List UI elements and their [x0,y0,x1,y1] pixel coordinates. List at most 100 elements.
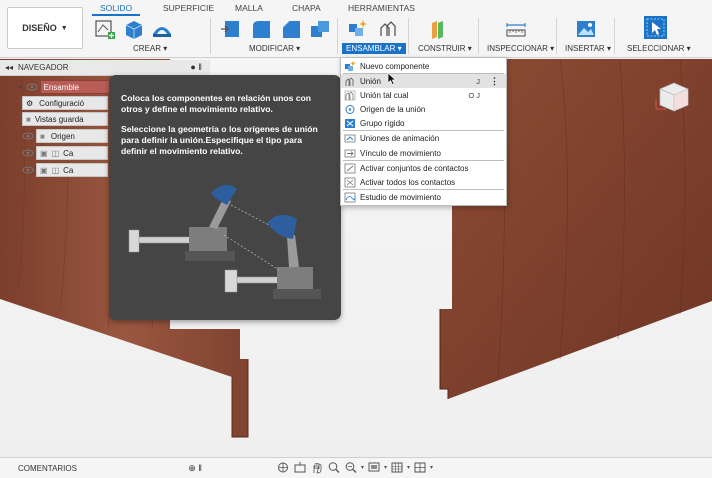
tab-chapa[interactable]: CHAPA [292,3,321,13]
all-contact-icon [344,177,356,187]
navigation-toolbar: ▾ ▾ ▾ ▾ [276,460,439,475]
tab-superficie[interactable]: SUPERFICIE [163,3,214,13]
fillet-icon[interactable] [250,18,272,40]
workspace-label: DISEÑO [22,23,57,33]
tab-herramientas[interactable]: HERRAMIENTAS [348,3,415,13]
toolbar-separator [337,18,338,54]
eye-icon[interactable] [22,165,34,175]
gear-icon: ⚙ [26,98,34,108]
toolbar-separator [210,18,211,54]
revolve-icon[interactable] [151,18,173,40]
shortcut-label: O J [468,90,480,100]
grid-snaps-icon[interactable] [390,461,404,474]
drive-joints-icon [344,134,356,142]
assemble-menu[interactable]: ENSAMBLAR ▾ [342,43,406,54]
eye-icon[interactable] [22,148,34,158]
eye-icon[interactable] [26,82,38,92]
browser-navigator-header[interactable]: ◂◂ NAVEGADOR ● ‖ [0,60,210,76]
joint-icon[interactable] [377,18,399,40]
chamfer-icon[interactable] [280,18,302,40]
assemble-dropdown-menu: Nuevo componente Unión J ⋮ Unión tal cua… [340,57,507,206]
joint-origin-icon [345,104,355,114]
eye-icon[interactable] [22,131,34,141]
press-pull-icon[interactable] [219,18,241,40]
mouse-cursor-icon [387,72,397,86]
collapse-icon[interactable]: ◂◂ [5,63,13,72]
chevron-down-icon[interactable]: ▾ [407,464,410,471]
rigid-group-icon [345,118,355,128]
pin-icon[interactable]: ● ‖ [190,62,202,72]
chevron-down-icon[interactable]: ▾ [361,464,364,471]
workspace-switcher-button[interactable]: DISEÑO ▼ [7,7,83,49]
toolbar: DISEÑO ▼ SOLIDO SUPERFICIE MALLA CHAPA H… [0,0,712,58]
navigator-title: NAVEGADOR [18,63,69,72]
look-at-icon[interactable] [293,461,307,474]
more-options-icon[interactable]: ⋮ [490,76,499,87]
component-icon: ▣ [40,165,48,175]
tooltip-text-detail: Seleccione la geometría o los orígenes d… [121,124,318,156]
menu-item-enable-contact-sets[interactable]: Activar conjuntos de contactos [341,161,506,175]
joint-icon [345,76,354,86]
pan-hand-icon[interactable] [310,461,324,474]
orbit-icon[interactable] [276,461,290,474]
display-settings-icon[interactable] [367,461,381,474]
expand-arrow-icon[interactable]: ◂ [18,83,22,91]
active-tab-indicator [92,14,140,16]
joint-tooltip: Coloca los componentes en relación unos … [109,75,341,320]
inspect-menu[interactable]: INSPECCIONAR ▾ [487,44,554,53]
menu-item-new-component[interactable]: Nuevo componente [341,59,506,73]
extrude-icon[interactable] [123,18,145,40]
tree-item-vistas-guardadas[interactable]: ■ Vistas guarda [22,112,108,126]
tree-item-origen[interactable]: ■ Origen [22,129,108,143]
select-icon[interactable] [643,15,668,40]
toolbar-separator [478,18,479,54]
link-icon: ◫ [51,148,60,158]
comments-panel-header[interactable]: COMENTARIOS ⊕ ‖ [0,458,210,478]
viewcube-icon[interactable] [652,77,696,117]
motion-link-icon [344,149,356,157]
new-component-icon [345,60,356,71]
add-comment-icon[interactable]: ⊕ ‖ [188,463,202,474]
folder-icon: ■ [40,131,45,141]
contact-sets-icon [344,163,356,173]
menu-item-rigid-group[interactable]: Grupo rígido [341,116,506,130]
menu-item-motion-link[interactable]: Vínculo de movimiento [341,146,506,160]
menu-item-motion-study[interactable]: Estudio de movimiento [341,190,506,204]
tab-solido[interactable]: SOLIDO [100,3,132,13]
measure-icon[interactable] [505,18,527,40]
as-built-joint-icon [344,90,356,100]
insert-menu[interactable]: INSERTAR ▾ [565,44,611,53]
tree-item-component[interactable]: ▣ ◫ Ca [22,163,108,177]
link-icon: ◫ [51,165,60,175]
viewports-icon[interactable] [413,461,427,474]
select-menu[interactable]: SELECCIONAR ▾ [627,44,691,53]
toggle-clamp-illustration [128,184,321,299]
toolbar-separator [614,18,615,54]
offset-plane-icon[interactable] [428,18,450,40]
menu-item-drive-joints[interactable]: Uniones de animación [341,131,506,145]
menu-item-enable-all-contact[interactable]: Activar todos los contactos [341,175,506,189]
combine-icon[interactable] [309,18,331,40]
construct-menu[interactable]: CONSTRUIR ▾ [418,44,472,53]
tab-malla[interactable]: MALLA [235,3,263,13]
chevron-down-icon[interactable]: ▾ [430,464,433,471]
toolbar-separator [556,18,557,54]
component-icon: ▣ [40,148,48,158]
menu-item-joint[interactable]: Unión J ⋮ [341,74,506,88]
chevron-down-icon: ▼ [60,24,68,32]
modify-menu[interactable]: MODIFICAR ▾ [249,44,300,53]
chevron-down-icon[interactable]: ▾ [384,464,387,471]
new-sketch-icon[interactable] [94,18,116,40]
tree-item-component[interactable]: ▣ ◫ Ca [22,146,108,160]
new-component-icon[interactable] [347,18,369,40]
fit-icon[interactable] [344,461,358,474]
menu-item-joint-origin[interactable]: Origen de la unión [341,102,506,116]
zoom-icon[interactable] [327,461,341,474]
create-menu[interactable]: CREAR ▾ [133,44,167,53]
insert-image-icon[interactable] [575,18,597,40]
bottom-bar: COMENTARIOS ⊕ ‖ ▾ ▾ ▾ ▾ [0,457,712,478]
tree-item-configuracion[interactable]: ⚙ Configuració [22,96,108,110]
motion-study-icon [344,192,356,202]
menu-item-as-built-joint[interactable]: Unión tal cual O J [341,88,506,102]
tooltip-text-summary: Coloca los componentes en relación unos … [121,93,312,114]
